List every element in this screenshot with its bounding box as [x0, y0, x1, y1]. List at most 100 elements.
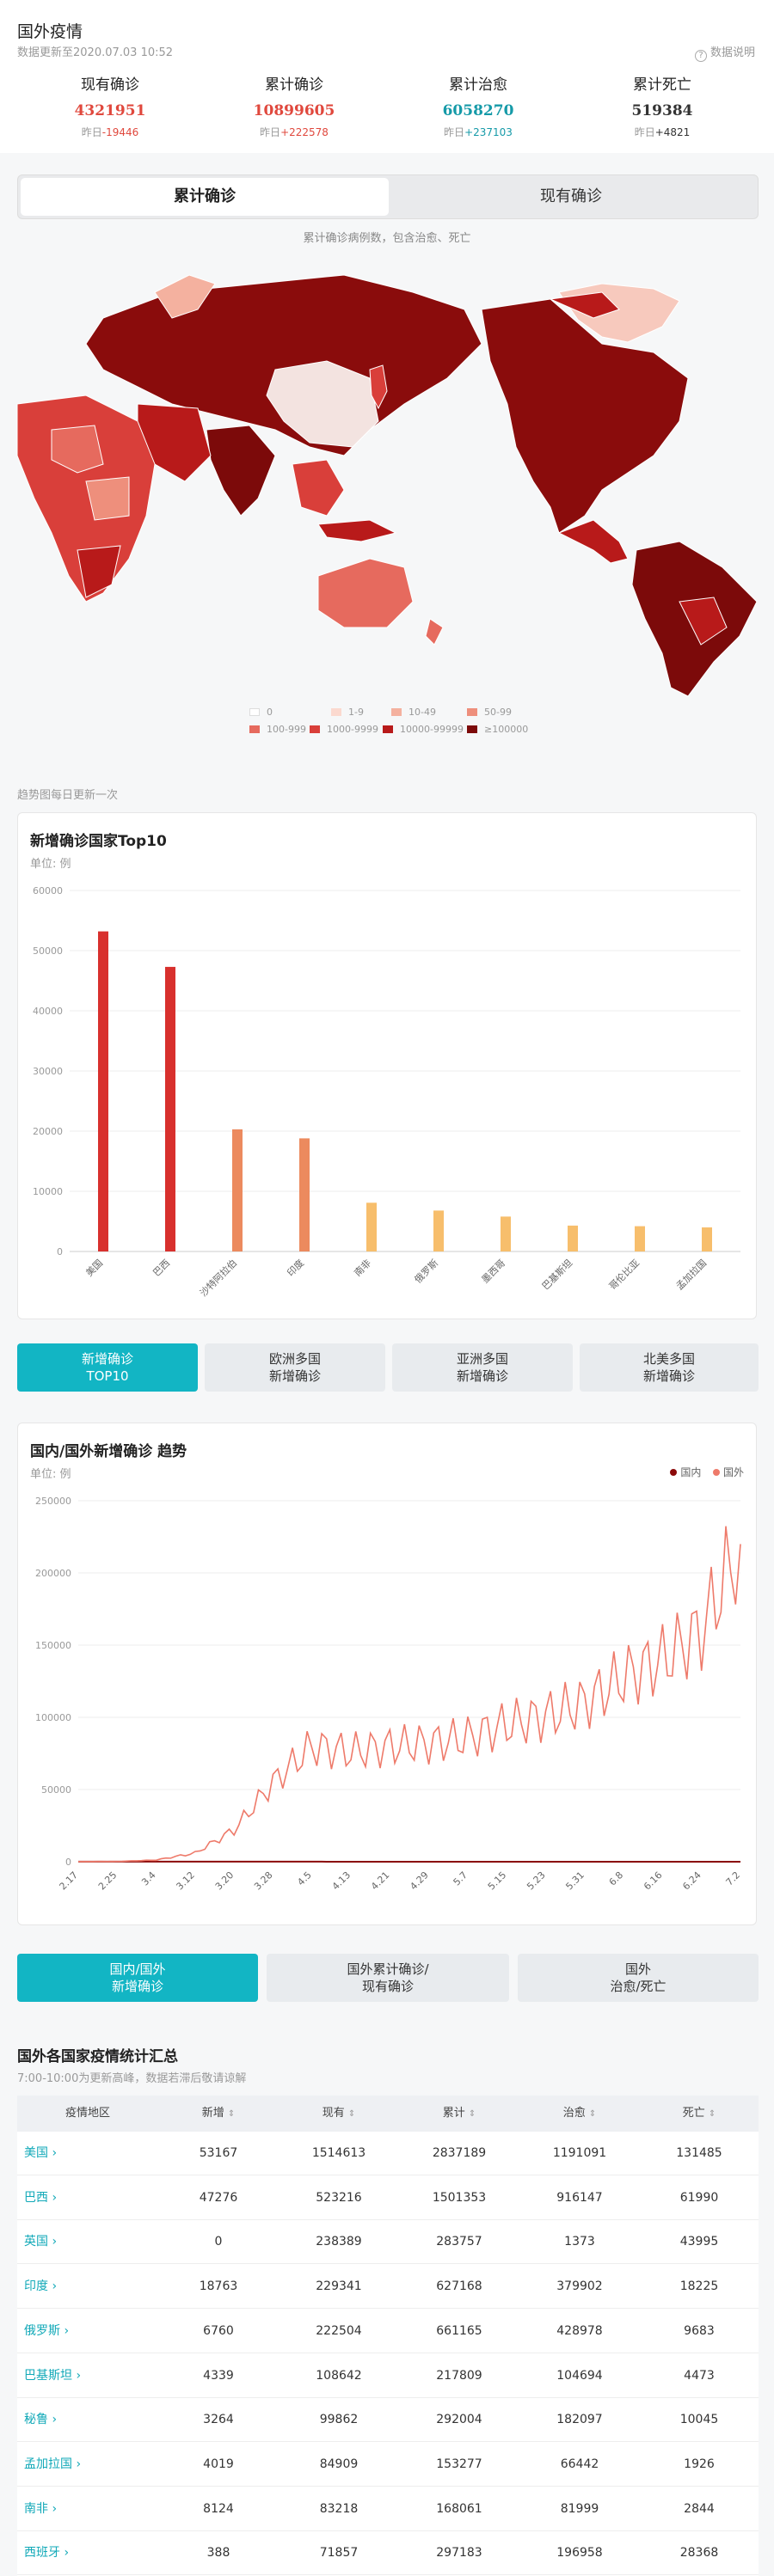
chart-unit: 单位: 例 — [30, 858, 71, 871]
x-tick-label: 4.13 — [330, 1869, 353, 1893]
table-row[interactable]: 南非 › 8124 83218 168061 81999 2844 — [17, 2487, 759, 2531]
tab-north-america-new[interactable]: 北美多国 新增确诊 — [580, 1343, 759, 1392]
country-link[interactable]: 孟加拉国 › — [17, 2443, 158, 2487]
column-header-total[interactable]: 累计 ⇕ — [399, 2096, 519, 2132]
table-cell: 9683 — [684, 2323, 715, 2338]
table-cell: 222504 — [316, 2323, 362, 2338]
tab-foreign-recovered-deaths[interactable]: 国外 治愈/死亡 — [518, 1954, 759, 2002]
table-cell: 3264 — [203, 2413, 234, 2427]
tab-domestic-foreign-new[interactable]: 国内/国外 新增确诊 — [17, 1954, 258, 2002]
country-link[interactable]: 英国 › — [17, 2220, 158, 2264]
x-tick-label: 5.31 — [563, 1869, 587, 1893]
table-cell: 1926 — [684, 2457, 715, 2471]
table-cell: 379902 — [556, 2279, 603, 2294]
y-tick-label: 0 — [57, 1246, 63, 1257]
table-cell: 66442 — [560, 2457, 599, 2471]
table-cell: 18225 — [679, 2279, 719, 2294]
legend-item: 1-9 — [331, 707, 364, 718]
bar — [433, 1210, 444, 1251]
map-description: 累计确诊病例数，包含治愈、死亡 — [303, 232, 471, 245]
table-row[interactable]: 孟加拉国 › 4019 84909 153277 66442 1926 — [17, 2443, 759, 2487]
trend-tabs: 国内/国外 新增确诊 国外累计确诊/现有确诊 国外 治愈/死亡 — [17, 1954, 759, 2004]
tab-new-top10[interactable]: 新增确诊 TOP10 — [17, 1343, 198, 1392]
table-row[interactable]: 西班牙 › 388 71857 297183 196958 28368 — [17, 2531, 759, 2576]
bar — [635, 1226, 645, 1251]
column-header-region: 疫情地区 — [64, 2107, 110, 2120]
summary-note: 7:00-10:00为更新高峰，数据若滞后敬请谅解 — [17, 2072, 247, 2085]
table-cell: 99862 — [319, 2413, 359, 2427]
stat-change: 昨日+222578 — [260, 126, 329, 138]
stat-value: 519384 — [631, 102, 693, 119]
country-link[interactable]: 印度 › — [17, 2265, 158, 2309]
table-cell: 217809 — [436, 2368, 482, 2383]
country-link[interactable]: 西班牙 › — [17, 2531, 158, 2575]
table-cell: 4019 — [203, 2457, 234, 2471]
summary-table: 美国 › 53167 1514613 2837189 1191091 131485 巴西 ›… — [17, 2132, 759, 2576]
table-row[interactable]: 英国 › 0 238389 283757 1373 43995 — [17, 2220, 759, 2265]
bar — [366, 1202, 377, 1251]
country-link[interactable]: 俄罗斯 › — [17, 2310, 158, 2353]
tab-asia-new[interactable]: 亚洲多国 新增确诊 — [392, 1343, 573, 1392]
country-link[interactable]: 秘鲁 › — [17, 2398, 158, 2442]
stat-value: 6058270 — [442, 102, 514, 119]
stat-value: 10899605 — [253, 102, 335, 119]
table-cell: 1191091 — [552, 2146, 607, 2160]
x-tick-label: 巴基斯坦 — [539, 1257, 574, 1292]
map-region[interactable] — [425, 618, 444, 646]
table-row[interactable]: 印度 › 18763 229341 627168 379902 18225 — [17, 2265, 759, 2310]
map-region[interactable] — [317, 558, 414, 628]
data-note-link[interactable]: ? 数据说明 — [694, 43, 755, 62]
table-cell: 182097 — [556, 2413, 603, 2427]
table-cell: 238389 — [316, 2235, 362, 2249]
x-tick-label: 南非 — [352, 1257, 373, 1279]
x-tick-label: 孟加拉国 — [673, 1257, 709, 1292]
table-cell: 916147 — [556, 2190, 603, 2205]
tab-foreign-total-current[interactable]: 国外累计确诊/现有确诊 — [267, 1954, 509, 2002]
legend-label-foreign: 国外 — [722, 1466, 744, 1478]
column-header-current[interactable]: 现有 ⇕ — [279, 2096, 399, 2132]
map-region[interactable] — [317, 519, 397, 542]
table-cell: 131485 — [676, 2146, 722, 2160]
map-region[interactable] — [481, 298, 689, 534]
table-row[interactable]: 秘鲁 › 3264 99862 292004 182097 10045 — [17, 2398, 759, 2443]
country-link[interactable]: 巴基斯坦 › — [17, 2354, 158, 2398]
x-tick-label: 6.16 — [642, 1869, 665, 1893]
table-cell: 10045 — [679, 2413, 719, 2427]
column-header-new[interactable]: 新增 ⇕ — [158, 2096, 279, 2132]
table-row[interactable]: 巴西 › 47276 523216 1501353 916147 61990 — [17, 2176, 759, 2220]
table-row[interactable]: 俄罗斯 › 6760 222504 661165 428978 9683 — [17, 2310, 759, 2353]
map-region[interactable] — [292, 459, 345, 517]
tab-europe-new[interactable]: 欧洲多国 新增确诊 — [205, 1343, 385, 1392]
table-cell: 196958 — [556, 2546, 603, 2561]
bar — [568, 1225, 578, 1251]
overview-panel: 国外疫情 数据更新至2020.07.03 10:52 ? 数据说明 现有确诊 43… — [0, 0, 774, 153]
y-tick-label: 50000 — [33, 945, 63, 957]
tab-total-confirmed[interactable]: 累计确诊 — [21, 178, 389, 216]
country-link[interactable]: 巴西 › — [17, 2176, 158, 2220]
table-cell: 18763 — [199, 2279, 238, 2294]
x-tick-label: 巴西 — [150, 1257, 172, 1279]
stat-total-deaths: 累计死亡 519384 昨日+4821 — [576, 72, 748, 139]
sort-icon: ⇕ — [468, 2109, 476, 2119]
tab-current-confirmed[interactable]: 现有确诊 — [387, 178, 755, 216]
x-tick-label: 4.21 — [369, 1869, 392, 1893]
table-cell: 661165 — [436, 2323, 482, 2338]
x-tick-label: 5.23 — [525, 1869, 548, 1893]
world-map[interactable] — [0, 258, 774, 705]
table-row[interactable]: 美国 › 53167 1514613 2837189 1191091 131485 — [17, 2132, 759, 2175]
country-link[interactable]: 南非 › — [17, 2487, 158, 2531]
country-link[interactable]: 美国 › — [17, 2132, 158, 2175]
y-tick-label: 100000 — [35, 1712, 71, 1723]
sort-icon: ⇕ — [227, 2109, 236, 2119]
table-cell: 297183 — [436, 2546, 482, 2561]
x-tick-label: 3.20 — [213, 1869, 236, 1893]
table-cell: 153277 — [436, 2457, 482, 2471]
legend-swatch — [249, 708, 260, 716]
data-note-label: 数据说明 — [710, 46, 755, 59]
x-tick-label: 3.4 — [139, 1869, 158, 1888]
column-header-recovered[interactable]: 治愈 ⇕ — [519, 2096, 640, 2132]
map-region[interactable] — [206, 425, 276, 517]
table-row[interactable]: 巴基斯坦 › 4339 108642 217809 104694 4473 — [17, 2354, 759, 2398]
column-header-deaths[interactable]: 死亡 ⇕ — [640, 2096, 759, 2132]
sort-icon: ⇕ — [588, 2109, 597, 2119]
